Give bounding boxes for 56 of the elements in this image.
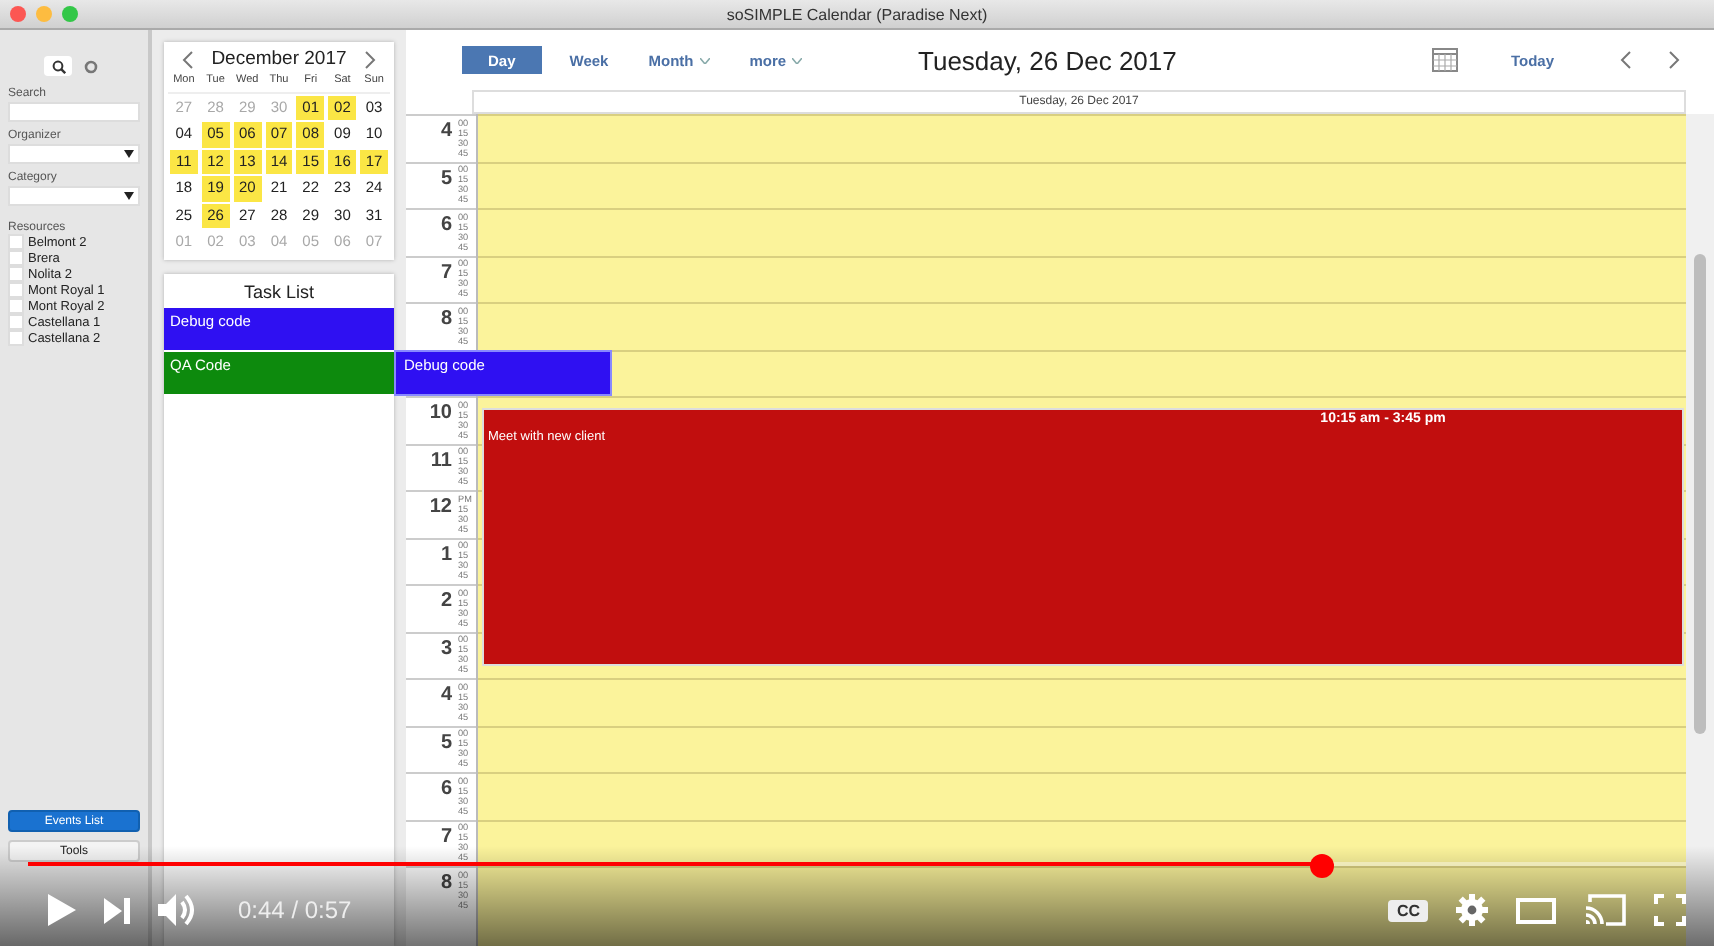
checkbox[interactable] (8, 282, 24, 298)
checkbox[interactable] (8, 298, 24, 314)
hour-label: 2 (440, 588, 452, 616)
checkbox[interactable] (8, 314, 24, 330)
task-list-title: Task List (241, 280, 316, 306)
date-title: Tuesday, 26 Dec 2017 (916, 45, 1179, 75)
checkbox[interactable] (8, 330, 24, 346)
theater-mode-button[interactable] (1516, 897, 1556, 923)
volume-button[interactable] (158, 894, 198, 926)
zoom-button[interactable] (62, 6, 78, 22)
hour-label: 5 (440, 165, 452, 193)
search-icon (51, 59, 65, 73)
play-button[interactable] (48, 894, 76, 926)
hour-label: 10 (429, 400, 452, 428)
checkbox[interactable] (8, 250, 24, 266)
progress-bar[interactable] (28, 861, 1686, 867)
next-icon[interactable] (1666, 50, 1682, 70)
video-time: 0:44 / 0:57 (238, 896, 352, 924)
sidebar-tab[interactable] (44, 56, 72, 76)
hour-label: 5 (440, 729, 452, 757)
hour-label: 6 (440, 776, 452, 804)
checkbox[interactable] (8, 266, 24, 282)
calendar-icon[interactable] (1432, 48, 1459, 72)
previous-icon[interactable] (1618, 50, 1634, 70)
dropdown-arrow-icon (124, 150, 134, 158)
previous-month-icon[interactable] (180, 49, 196, 69)
next-icon (104, 897, 130, 923)
checkbox[interactable] (8, 234, 24, 250)
hour-label: 11 (430, 447, 452, 475)
scrollbar[interactable] (1686, 114, 1714, 946)
dropdown-field[interactable] (8, 144, 140, 164)
cast-icon (1584, 894, 1626, 926)
fullscreen-icon (1654, 894, 1686, 926)
hour-label: 1 (440, 541, 452, 569)
hour-label: 4 (440, 118, 452, 146)
hour-label: 3 (440, 635, 452, 663)
cast-button[interactable] (1584, 894, 1626, 926)
month-title: December 2017 (211, 48, 347, 70)
theater-icon (1516, 897, 1556, 923)
close-button[interactable] (10, 6, 26, 22)
hour-label: 7 (440, 259, 452, 287)
hour-label: 6 (440, 212, 452, 240)
play-icon (48, 894, 76, 926)
next-month-icon[interactable] (361, 49, 378, 69)
fullscreen-button[interactable] (1654, 894, 1686, 926)
window-title: soSIMPLE Calendar (Paradise Next) (726, 5, 988, 23)
hour-label: 12 (429, 494, 452, 522)
hour-label: 8 (440, 306, 452, 334)
hour-label: 8 (440, 870, 452, 898)
captions-button[interactable]: CC (1388, 899, 1428, 921)
next-button[interactable] (104, 897, 130, 923)
hour-label: 7 (440, 823, 452, 851)
hour-label: 4 (440, 682, 452, 710)
dropdown-arrow-icon (124, 192, 134, 200)
search-field[interactable] (8, 102, 140, 122)
dropdown-field[interactable] (8, 186, 140, 206)
